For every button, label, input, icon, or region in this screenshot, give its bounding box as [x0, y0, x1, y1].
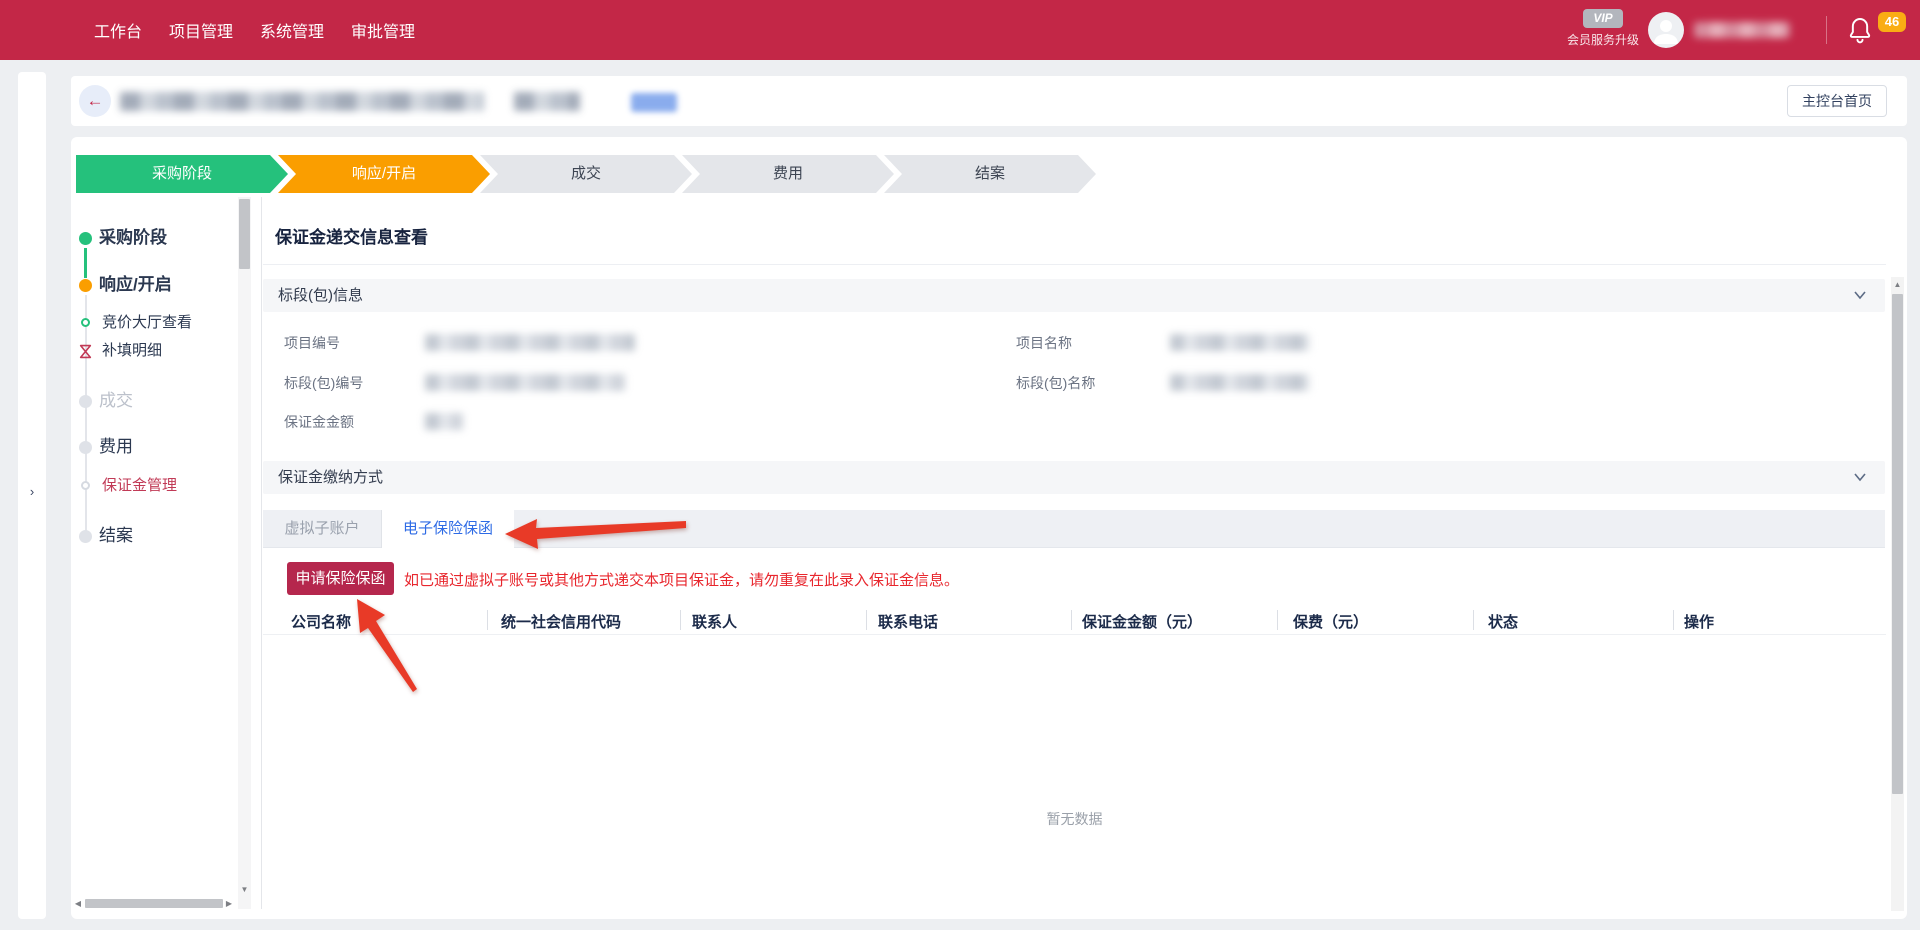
empty-state-text: 暂无数据 — [263, 809, 1886, 829]
ring-gray-icon — [81, 481, 90, 490]
nav-item-approval-management[interactable]: 审批管理 — [351, 18, 415, 42]
project-title-redacted-2 — [514, 92, 580, 111]
timeline-connector-green — [84, 248, 87, 278]
scroll-right-arrow-icon[interactable]: ▶ — [224, 897, 234, 910]
sidebar-item-fees[interactable]: 费用 — [99, 437, 133, 457]
col-actions: 操作 — [1684, 611, 1714, 632]
console-home-button[interactable]: 主控台首页 — [1787, 85, 1887, 117]
title-divider — [263, 264, 1886, 265]
ring-green-icon — [81, 318, 90, 327]
project-title-redacted — [120, 92, 484, 111]
page-header-card: ← 主控台首页 — [71, 76, 1907, 126]
sidebar-item-response-open[interactable]: 响应/开启 — [99, 275, 172, 295]
step-fees[interactable]: 费用 — [682, 155, 894, 193]
label-project-name: 项目名称 — [1016, 333, 1072, 353]
vip-upgrade[interactable]: VIP 会员服务升级 — [1560, 9, 1646, 48]
page-title: 保证金递交信息查看 — [275, 223, 428, 248]
nav-item-system-management[interactable]: 系统管理 — [260, 18, 324, 42]
col-unified-social-credit-code: 统一社会信用代码 — [501, 611, 621, 632]
column-divider — [1071, 610, 1072, 630]
step-response-open[interactable]: 响应/开启 — [278, 155, 490, 193]
section-payment-method-title: 保证金缴纳方式 — [278, 469, 383, 486]
col-contact-phone: 联系电话 — [878, 611, 938, 632]
label-package-name: 标段(包)名称 — [1016, 373, 1095, 393]
hourglass-icon — [78, 344, 93, 359]
sidebar-item-procurement-stage[interactable]: 采购阶段 — [99, 228, 167, 248]
nav-menu: 工作台 项目管理 系统管理 审批管理 — [94, 0, 415, 60]
value-package-code-redacted — [425, 374, 625, 391]
tab-electronic-insurance-guarantee[interactable]: 电子保险保函 — [382, 510, 514, 549]
sidebar-item-deal[interactable]: 成交 — [99, 391, 133, 411]
label-deposit-amount: 保证金金额 — [284, 412, 354, 432]
status-badge-redacted — [631, 93, 677, 112]
apply-insurance-guarantee-button[interactable]: 申请保险保函 — [287, 562, 394, 595]
col-company-name: 公司名称 — [291, 611, 351, 632]
label-package-code: 标段(包)编号 — [284, 373, 363, 393]
vip-caption: 会员服务升级 — [1560, 31, 1646, 48]
column-divider — [680, 610, 681, 630]
expand-panel-chevron-icon[interactable]: › — [18, 484, 46, 499]
top-nav: 工作台 项目管理 系统管理 审批管理 VIP 会员服务升级 46 — [0, 0, 1920, 60]
dot-gray-icon — [79, 441, 92, 454]
column-divider — [1473, 610, 1474, 630]
col-status: 状态 — [1488, 611, 1518, 632]
nav-divider — [1826, 16, 1827, 44]
timeline-connector-gray — [85, 295, 87, 531]
label-project-code: 项目编号 — [284, 333, 340, 353]
col-premium-yuan: 保费（元） — [1293, 611, 1368, 632]
dot-gray-icon — [79, 395, 92, 408]
column-divider — [1277, 610, 1278, 630]
username-redacted — [1694, 22, 1790, 38]
value-deposit-amount-redacted — [425, 413, 463, 430]
person-icon — [1648, 12, 1684, 48]
collapsed-left-panel: › — [18, 72, 46, 919]
sidebar-main-divider — [261, 197, 262, 909]
back-arrow-icon: ← — [87, 91, 104, 111]
collapse-chevron-icon[interactable] — [1853, 472, 1867, 482]
column-divider — [487, 610, 488, 630]
notification-count-badge[interactable]: 46 — [1878, 12, 1906, 32]
dot-green-icon — [79, 232, 92, 245]
col-contact-person: 联系人 — [692, 611, 737, 632]
tab-virtual-sub-account[interactable]: 虚拟子账户 — [263, 510, 382, 548]
vip-icon: VIP — [1583, 9, 1623, 28]
dot-orange-icon — [79, 279, 92, 292]
nav-item-workbench[interactable]: 工作台 — [94, 18, 142, 42]
content-card: 采购阶段 响应/开启 成交 费用 结案 采购阶段 响应/开启 竞价大厅查看 补填… — [71, 137, 1907, 919]
section-payment-method: 保证金缴纳方式 — [263, 461, 1885, 494]
scroll-left-arrow-icon[interactable]: ◀ — [73, 897, 83, 910]
value-package-name-redacted — [1170, 374, 1310, 391]
back-button[interactable]: ← — [79, 85, 111, 117]
payment-tabbar: 虚拟子账户 电子保险保函 — [263, 510, 1885, 548]
main-vertical-scrollbar-thumb[interactable] — [1892, 294, 1903, 794]
scroll-up-arrow-icon[interactable]: ▲ — [1891, 278, 1904, 291]
dot-gray-icon — [79, 530, 92, 543]
user-avatar[interactable] — [1648, 12, 1684, 48]
step-deal[interactable]: 成交 — [480, 155, 692, 193]
sidebar-horizontal-scrollbar-thumb[interactable] — [85, 899, 223, 908]
scroll-down-arrow-icon[interactable]: ▼ — [238, 883, 251, 896]
column-divider — [866, 610, 867, 630]
nav-item-project-management[interactable]: 项目管理 — [169, 18, 233, 42]
col-deposit-amount-yuan: 保证金金额（元） — [1082, 611, 1202, 632]
duplicate-deposit-warning: 如已通过虚拟子账号或其他方式递交本项目保证金，请勿重复在此录入保证金信息。 — [404, 569, 959, 590]
collapse-chevron-icon[interactable] — [1853, 290, 1867, 300]
step-procurement-stage[interactable]: 采购阶段 — [76, 155, 288, 193]
column-divider — [1673, 610, 1674, 630]
sidebar-item-supplementary-details[interactable]: 补填明细 — [102, 341, 162, 361]
sidebar-item-bidding-hall-view[interactable]: 竞价大厅查看 — [102, 313, 192, 333]
value-project-name-redacted — [1170, 334, 1310, 351]
notification-bell-icon[interactable] — [1846, 15, 1874, 45]
sidebar-vertical-scrollbar[interactable] — [238, 197, 251, 909]
sidebar-item-deposit-management[interactable]: 保证金管理 — [102, 476, 177, 496]
step-closing[interactable]: 结案 — [884, 155, 1096, 193]
sidebar-item-closing[interactable]: 结案 — [99, 526, 133, 546]
value-project-code-redacted — [425, 334, 635, 351]
section-package-info: 标段(包)信息 — [263, 279, 1885, 312]
sidebar-vertical-scrollbar-thumb[interactable] — [239, 199, 250, 269]
section-package-info-title: 标段(包)信息 — [278, 287, 363, 304]
